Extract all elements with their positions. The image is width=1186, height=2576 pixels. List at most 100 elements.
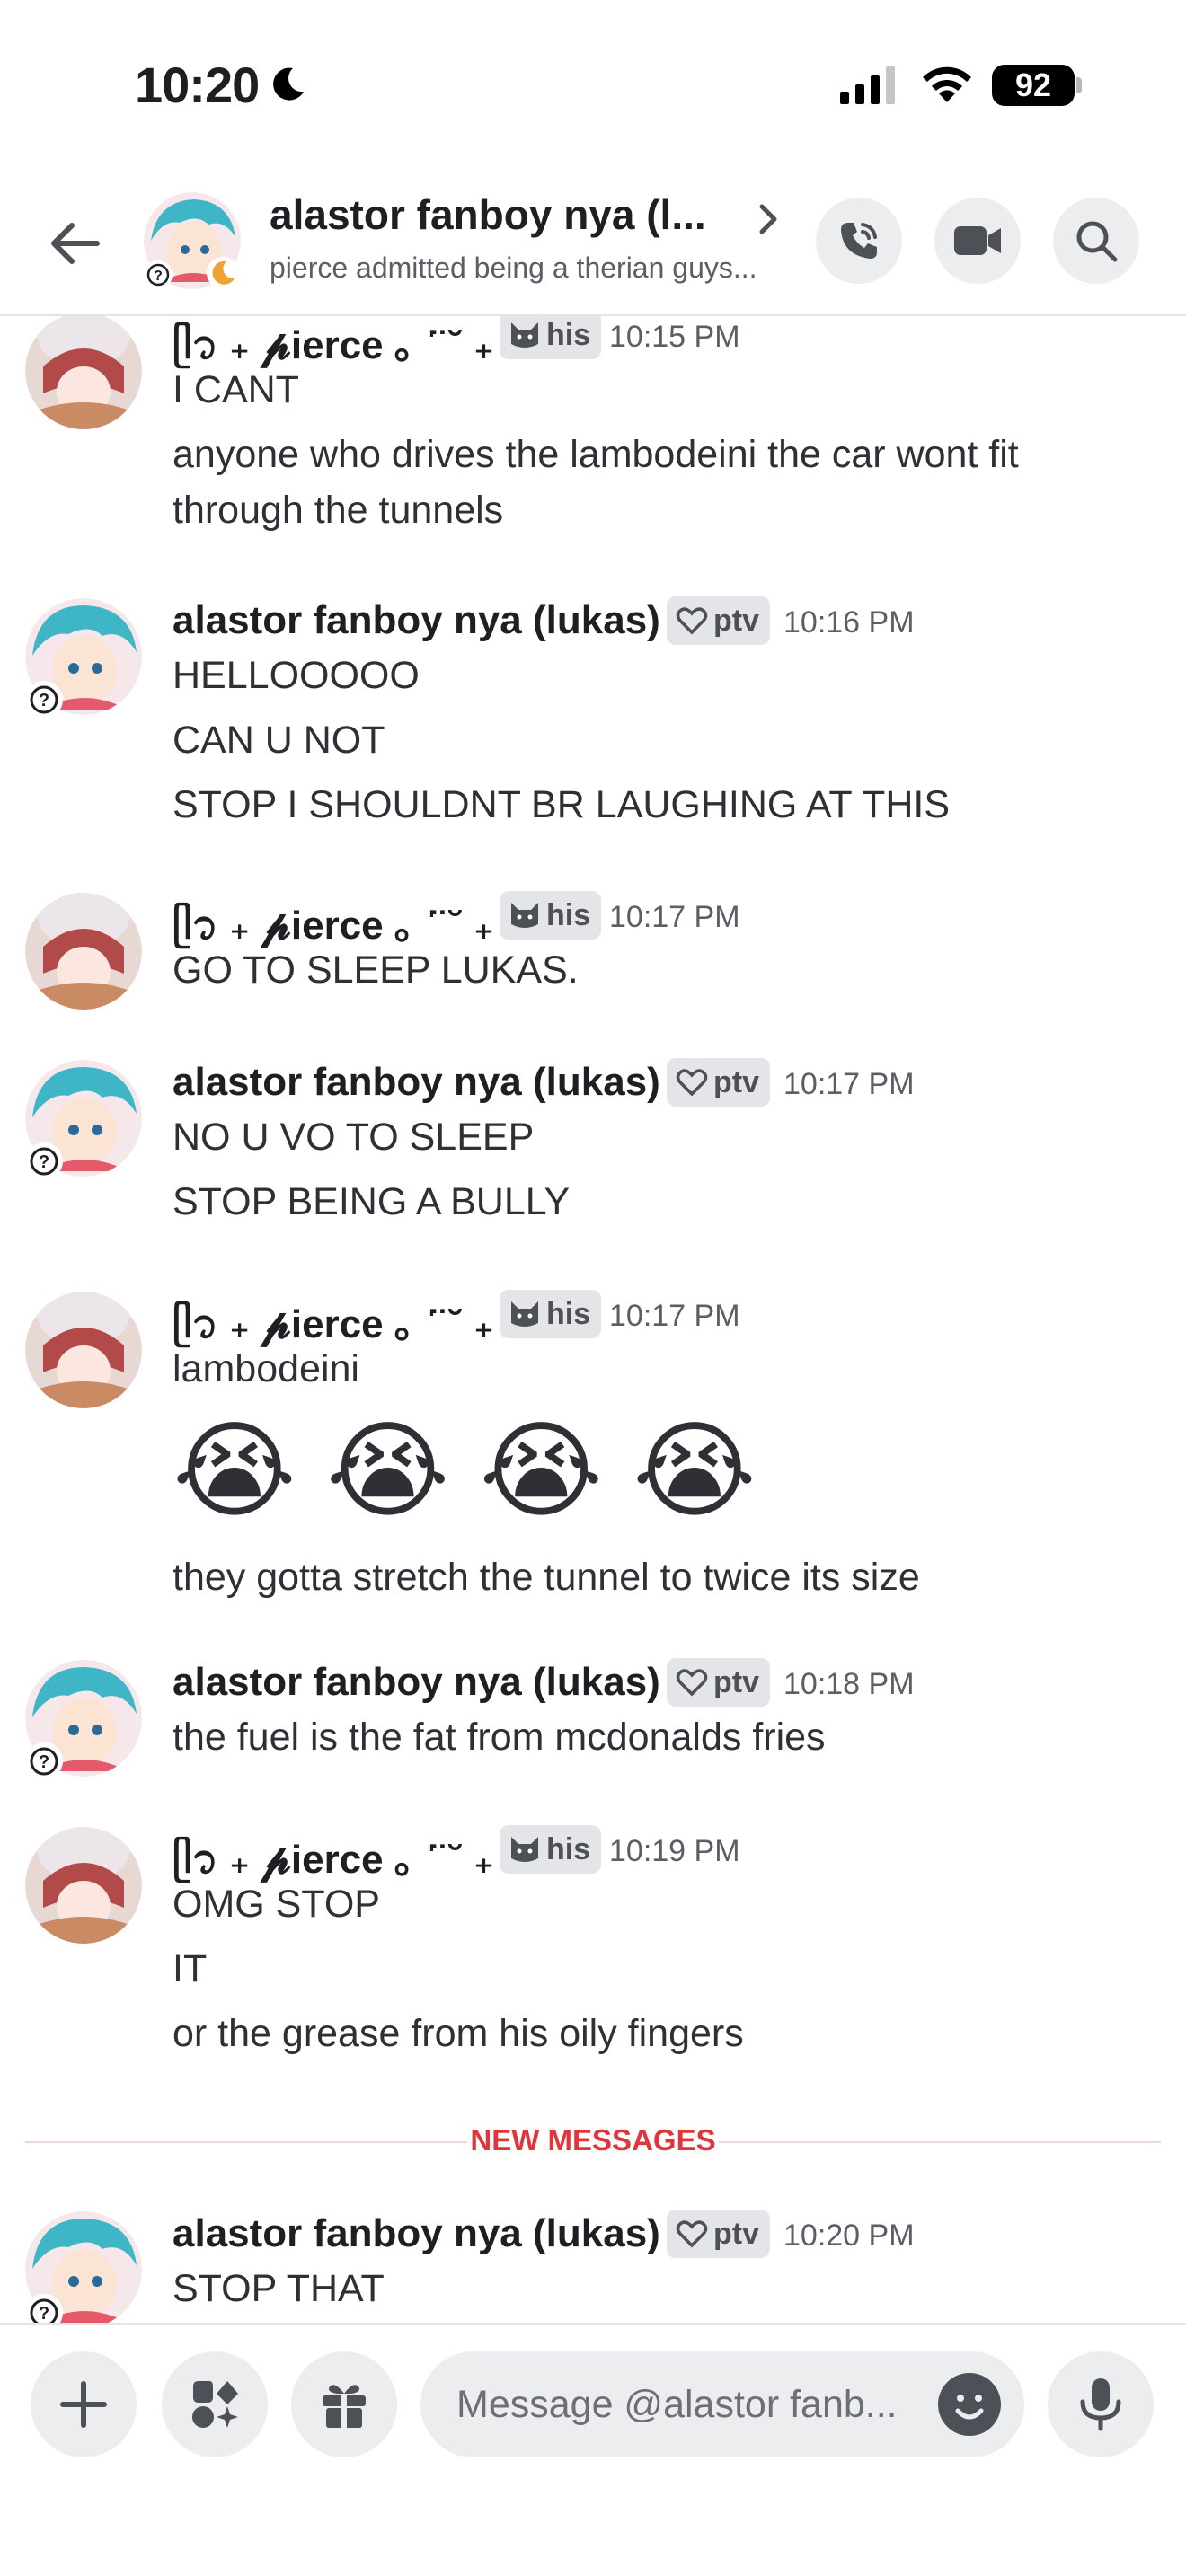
timestamp: 10:15 PM xyxy=(609,320,740,354)
voice-call-button[interactable] xyxy=(816,198,902,284)
message-list[interactable]: ᥫ᭡ ₊ 𝓹ierce ｡ ˈ̈ ˘ ₊ his 10:15 PM I CANT… xyxy=(0,316,1186,2323)
unknown-badge-icon: ? xyxy=(25,1742,63,1780)
user-tag-label: his xyxy=(546,897,591,932)
cat-icon xyxy=(511,903,538,928)
chat-title[interactable]: alastor fanboy nya (l... xyxy=(270,190,706,239)
heart-icon xyxy=(676,607,708,635)
plus-icon xyxy=(60,2381,107,2428)
svg-text:?: ? xyxy=(39,1152,49,1172)
voice-call-icon xyxy=(841,223,877,259)
unknown-badge-icon: ? xyxy=(144,260,173,289)
timestamp: 10:17 PM xyxy=(783,1067,915,1101)
video-call-button[interactable] xyxy=(934,198,1021,284)
user-tag-label: his xyxy=(546,1831,591,1866)
message-text[interactable]: they gotta stretch the tunnel to twice i… xyxy=(173,1556,920,1600)
status-bar: 10:20 92 xyxy=(0,0,1186,171)
user-tag: ptv xyxy=(667,1658,770,1707)
svg-text:?: ? xyxy=(39,691,49,710)
username[interactable]: alastor fanboy nya (lukas) xyxy=(173,2211,660,2256)
message-input-field[interactable] xyxy=(420,2351,1024,2457)
gift-button[interactable] xyxy=(291,2351,397,2457)
unknown-badge-icon: ? xyxy=(25,2294,63,2323)
username[interactable]: alastor fanboy nya (lukas) xyxy=(173,1660,660,1705)
pierce-avatar[interactable] xyxy=(25,893,142,1010)
moon-icon xyxy=(273,67,304,101)
unknown-badge-icon: ? xyxy=(25,1142,63,1180)
apps-button[interactable] xyxy=(162,2351,268,2457)
emoji-message[interactable]: 😭 😭 😭 😭 xyxy=(173,1408,757,1534)
cellular-signal-icon xyxy=(840,66,895,104)
user-tag: his xyxy=(500,1825,602,1874)
battery-level: 92 xyxy=(992,65,1075,106)
chat-header: ? alastor fanboy nya (l... pierce admitt… xyxy=(0,171,1186,316)
user-tag-label: ptv xyxy=(713,603,759,638)
message-text[interactable]: STOP THAT xyxy=(173,2267,385,2311)
unknown-badge-icon: ? xyxy=(25,681,63,719)
message-text[interactable]: OMG STOP xyxy=(173,1883,380,1927)
search-icon xyxy=(1076,221,1118,262)
user-tag: his xyxy=(500,891,602,940)
message-text[interactable]: or the grease from his oily fingers xyxy=(173,2012,744,2056)
message-text[interactable]: STOP BEING A BULLY xyxy=(173,1180,570,1224)
emoji-button[interactable] xyxy=(938,2373,1001,2436)
heart-icon xyxy=(676,1669,708,1697)
user-tag: his xyxy=(500,316,602,359)
cat-icon xyxy=(511,322,538,348)
message-text[interactable]: anyone who drives the lambodeini the car… xyxy=(173,433,1019,477)
username[interactable]: alastor fanboy nya (lukas) xyxy=(173,1060,660,1105)
pierce-avatar[interactable] xyxy=(25,1292,142,1408)
heart-icon xyxy=(676,1069,708,1097)
voice-message-button[interactable] xyxy=(1048,2351,1154,2457)
cat-icon xyxy=(511,1301,538,1327)
user-tag: ptv xyxy=(667,596,770,645)
user-tag-label: ptv xyxy=(713,1064,759,1099)
search-button[interactable] xyxy=(1053,198,1139,284)
message-text[interactable]: the fuel is the fat from mcdonalds fries xyxy=(173,1716,826,1760)
message-text[interactable]: through the tunnels xyxy=(173,489,503,533)
timestamp: 10:16 PM xyxy=(783,605,915,640)
emoji-icon xyxy=(940,2375,999,2434)
gift-icon xyxy=(323,2385,366,2428)
message-input[interactable] xyxy=(456,2351,942,2457)
timestamp: 10:18 PM xyxy=(783,1667,915,1701)
user-tag-label: ptv xyxy=(713,1664,759,1699)
composer-bar xyxy=(0,2323,1186,2576)
svg-text:?: ? xyxy=(154,269,163,284)
user-tag-label: ptv xyxy=(713,2216,759,2251)
svg-text:?: ? xyxy=(39,1752,49,1772)
pierce-avatar[interactable] xyxy=(25,316,142,429)
microphone-icon xyxy=(1080,2378,1121,2431)
heart-icon xyxy=(676,2220,708,2248)
timestamp: 10:20 PM xyxy=(783,2219,915,2253)
back-arrow-icon[interactable] xyxy=(45,214,104,273)
pierce-avatar[interactable] xyxy=(25,1827,142,1944)
user-tag: ptv xyxy=(667,1058,770,1107)
video-call-icon xyxy=(954,226,1001,255)
wifi-icon xyxy=(923,66,971,102)
add-attachment-button[interactable] xyxy=(31,2351,137,2457)
svg-text:?: ? xyxy=(39,2304,49,2323)
message-text[interactable]: I CANT xyxy=(173,368,299,412)
user-tag: ptv xyxy=(667,2210,770,2258)
timestamp: 10:19 PM xyxy=(609,1834,740,1868)
timestamp: 10:17 PM xyxy=(609,1299,740,1333)
timestamp: 10:17 PM xyxy=(609,900,740,934)
cat-icon xyxy=(511,1837,538,1862)
message-text[interactable]: IT xyxy=(173,1947,207,1991)
username[interactable]: alastor fanboy nya (lukas) xyxy=(173,598,660,643)
chevron-right-icon[interactable] xyxy=(757,201,782,237)
user-tag-label: his xyxy=(546,317,591,352)
message-text[interactable]: STOP I SHOULDNT BR LAUGHING AT THIS xyxy=(173,783,950,827)
message-text[interactable]: CAN U NOT xyxy=(173,719,385,763)
status-time: 10:20 xyxy=(135,57,260,113)
battery-tip xyxy=(1076,77,1082,93)
message-text[interactable]: lambodeini xyxy=(173,1347,359,1391)
new-messages-label: NEW MESSAGES xyxy=(467,2123,719,2157)
chat-subtitle[interactable]: pierce admitted being a therian guys... xyxy=(270,251,757,285)
user-tag-label: his xyxy=(546,1296,591,1331)
message-text[interactable]: HELLOOOOO xyxy=(173,654,420,698)
apps-icon xyxy=(192,2381,238,2428)
idle-status-icon xyxy=(207,257,239,289)
message-text[interactable]: NO U VO TO SLEEP xyxy=(173,1116,534,1160)
message-text[interactable]: GO TO SLEEP LUKAS. xyxy=(173,948,579,992)
